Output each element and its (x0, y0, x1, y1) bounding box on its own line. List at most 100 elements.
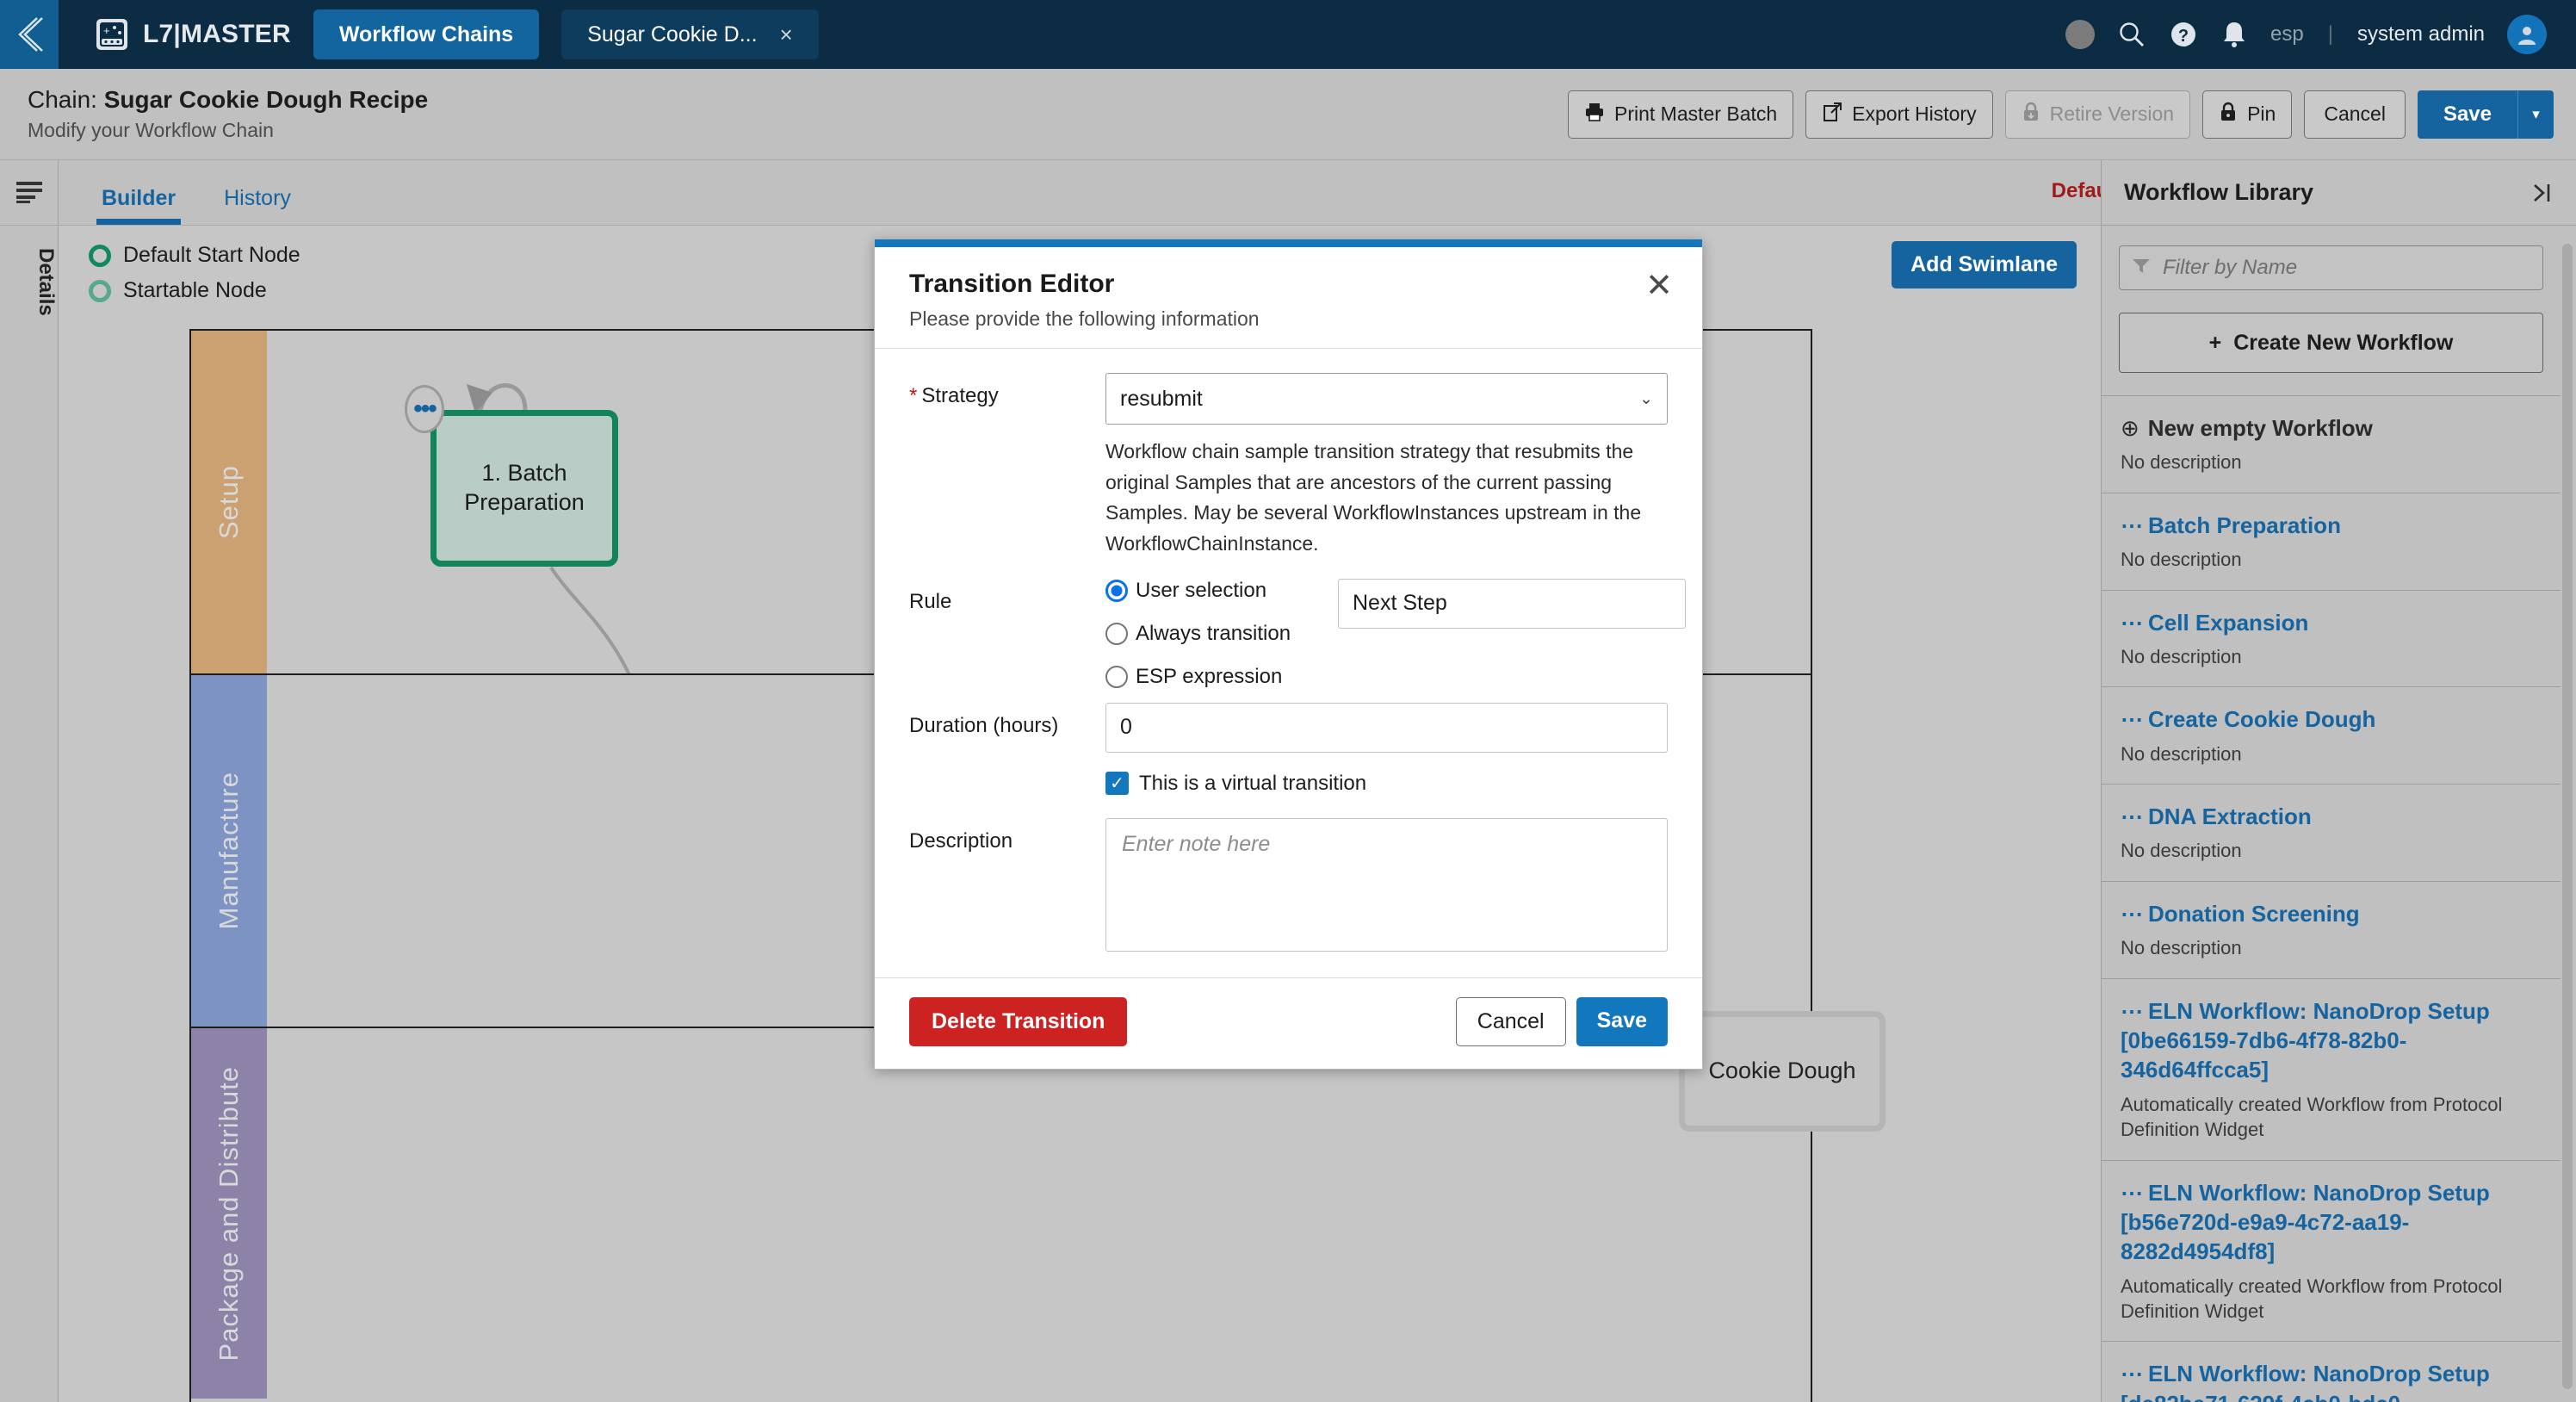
list-item[interactable]: ⋯ Batch Preparation No description (2102, 493, 2561, 591)
strategy-select[interactable]: resubmit ⌄ (1105, 373, 1668, 425)
swimlane-header[interactable]: Package and Distribute (191, 1028, 267, 1399)
close-icon[interactable]: ✕ (1645, 270, 1673, 302)
workflow-node-cookie-dough[interactable]: Cookie Dough (1679, 1011, 1886, 1132)
workflow-library-header: Workflow Library (2102, 160, 2576, 226)
retire-version-button[interactable]: Retire Version (2004, 90, 2191, 139)
workflow-name: ⋯ ELN Workflow: NanoDrop Setup [b56e720d-… (2121, 1178, 2542, 1267)
app-logo-icon: + (93, 16, 131, 53)
rule-option-user-selection[interactable]: User selection (1105, 579, 1329, 603)
dots-icon: ⋯ (2121, 706, 2143, 733)
list-item[interactable]: ⋯ELN Workflow: NanoDrop Setup [de82be71-… (2102, 1342, 2561, 1402)
top-tab-workflow-chains[interactable]: Workflow Chains (313, 9, 540, 59)
close-icon[interactable]: × (780, 22, 793, 48)
legend-item-startable-node: Startable Node (89, 278, 300, 303)
delete-transition-button[interactable]: Delete Transition (909, 996, 1128, 1046)
chevron-down-icon: ⌄ (1639, 389, 1653, 408)
dialog-footer: Delete Transition Cancel Save (875, 977, 1702, 1069)
list-item[interactable]: ⋯ ELN Workflow: NanoDrop Setup [b56e720d-… (2102, 1161, 2561, 1343)
list-item[interactable]: ⋯ ELN Workflow: NanoDrop Setup [0be66159-… (2102, 979, 2561, 1161)
select-value: resubmit (1120, 386, 1203, 411)
create-new-workflow-button[interactable]: + Create New Workflow (2119, 313, 2543, 373)
node-label: 1. Batch Preparation (464, 460, 585, 515)
virtual-transition-checkbox-row[interactable]: ✓ This is a virtual transition (1105, 772, 1668, 796)
help-icon[interactable]: ? (2169, 20, 2198, 49)
name-text: ELN Workflow: NanoDrop Setup [0be66159-7… (2121, 997, 2490, 1083)
list-item[interactable]: ⋯ Cell Expansion No description (2102, 591, 2561, 688)
plus-icon: + (2208, 330, 2222, 355)
chevron-down-icon[interactable]: ▾ (2517, 90, 2554, 139)
tab-label: Builder (102, 186, 176, 210)
list-item[interactable]: ⋯ Donation Screening No description (2102, 882, 2561, 979)
workflow-name: ⋯ Batch Preparation (2121, 511, 2542, 540)
list-item[interactable]: ⋯ Create Cookie Dough No description (2102, 687, 2561, 785)
external-link-icon (1822, 102, 1842, 127)
avatar[interactable] (2507, 15, 2547, 54)
workflow-description: Automatically created Workflow from Prot… (2121, 1093, 2503, 1141)
workflow-name: ⋯ELN Workflow: NanoDrop Setup [de82be71-… (2121, 1359, 2542, 1402)
workflow-description: No description (2121, 549, 2242, 571)
panel-title: Workflow Library (2124, 179, 2314, 205)
notifications-bell-icon[interactable] (2220, 20, 2248, 49)
back-chevron-icon[interactable] (0, 0, 59, 69)
top-tab-sugar-cookie-dough[interactable]: Sugar Cookie D... × (561, 9, 819, 59)
workflow-library-body[interactable]: Filter by Name + Create New Workflow ⊕ Ne… (2102, 226, 2576, 1402)
export-history-button[interactable]: Export History (1805, 90, 1993, 139)
name-text: Cell Expansion (2148, 609, 2309, 636)
transition-editor-dialog: Transition Editor Please provide the fol… (874, 239, 1703, 1070)
list-item[interactable]: ⋯ DNA Extraction No description (2102, 785, 2561, 882)
radio-icon[interactable] (1105, 665, 1128, 688)
cancel-button[interactable]: Cancel (2304, 90, 2406, 139)
workflow-node-batch-preparation[interactable]: ••• 1. Batch Preparation (405, 385, 618, 567)
duration-input[interactable]: 0 (1105, 702, 1668, 753)
print-master-batch-button[interactable]: Print Master Batch (1567, 90, 1794, 139)
tab-history[interactable]: History (219, 186, 296, 225)
rule-text-input[interactable]: Next Step (1338, 578, 1686, 629)
tab-label: History (224, 186, 291, 210)
swimlane-header[interactable]: Manufacture (191, 675, 267, 1027)
list-item[interactable]: ⊕ New empty Workflow No description (2102, 396, 2561, 493)
search-icon[interactable] (2117, 20, 2146, 49)
legend-item-default-start-node: Default Start Node (89, 243, 300, 268)
swimlane-header[interactable]: Setup (191, 331, 267, 673)
rule-option-always-transition[interactable]: Always transition (1105, 622, 1329, 646)
swimlane-body[interactable]: Cookie Dough (267, 1011, 1886, 1399)
dialog-save-button[interactable]: Save (1576, 996, 1668, 1046)
filter-input[interactable]: Filter by Name (2119, 245, 2543, 290)
dialog-subtitle: Please provide the following information (909, 307, 1260, 330)
button-label: Create New Workflow (2233, 330, 2454, 355)
dialog-cancel-button[interactable]: Cancel (1455, 996, 1566, 1046)
checkbox-icon[interactable]: ✓ (1105, 772, 1129, 796)
panel-scrollbar[interactable] (2562, 244, 2573, 1389)
filter-placeholder: Filter by Name (2163, 256, 2298, 279)
left-rail: Details (0, 226, 59, 1402)
printer-icon (1584, 102, 1605, 127)
dialog-footer-actions: Cancel Save (1455, 996, 1668, 1046)
swimlane-label: Package and Distribute (214, 1065, 244, 1362)
node-menu-dots-icon[interactable]: ••• (405, 385, 444, 433)
details-panel-toggle[interactable]: Details (0, 248, 58, 316)
workflow-name: ⋯ Donation Screening (2121, 899, 2542, 928)
description-label: Description (909, 828, 1013, 853)
rule-option-esp-expression[interactable]: ESP expression (1105, 665, 1329, 689)
sub-header: Chain: Sugar Cookie Dough Recipe Modify … (0, 69, 2576, 160)
legend-ring-icon (89, 279, 111, 302)
button-label: Cancel (2324, 102, 2386, 125)
pin-button[interactable]: Pin (2202, 90, 2293, 139)
collapse-right-icon[interactable] (2530, 182, 2555, 204)
workflow-description: No description (2121, 645, 2242, 667)
workflow-description: No description (2121, 451, 2242, 474)
radio-icon[interactable] (1105, 622, 1128, 645)
tab-builder[interactable]: Builder (96, 186, 182, 225)
dialog-header: Transition Editor Please provide the fol… (875, 247, 1702, 349)
description-textarea[interactable]: Enter note here (1105, 817, 1668, 952)
add-swimlane-button[interactable]: Add Swimlane (1892, 241, 2077, 288)
swimlane-label: Setup (214, 464, 244, 539)
menu-icon[interactable] (0, 159, 59, 225)
workflow-description: No description (2121, 840, 2242, 862)
strategy-description: Workflow chain sample transition strateg… (1105, 440, 1642, 555)
save-button[interactable]: Save (2417, 90, 2517, 139)
radio-icon[interactable] (1105, 579, 1128, 602)
language-indicator[interactable]: esp (2270, 22, 2304, 47)
name-text: ELN Workflow: NanoDrop Setup [b56e720d-e… (2121, 1179, 2490, 1265)
username-label: system admin (2356, 22, 2485, 46)
